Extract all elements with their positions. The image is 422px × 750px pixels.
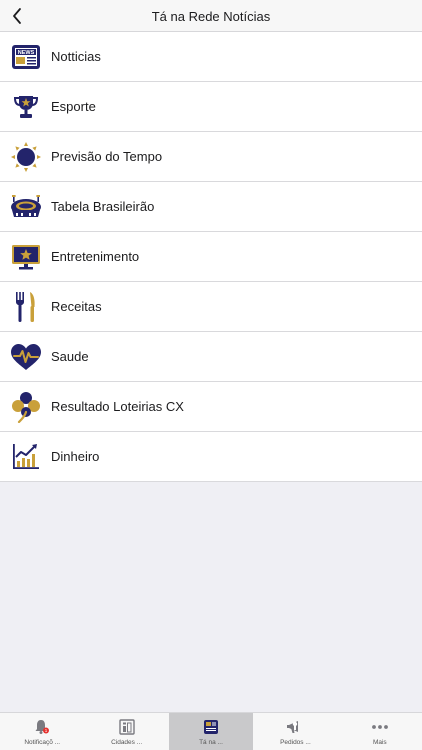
app-screen: Tá na Rede Notícias NEWS Notticias Espor… [0, 0, 422, 750]
menu-item-entretenimento[interactable]: Entretenimento [0, 232, 422, 282]
tab-bar: 1 Notificaçõ ... Cidades ... Tá na ... P… [0, 712, 422, 750]
menu-item-label: Previsão do Tempo [51, 149, 163, 164]
menu-item-label: Dinheiro [51, 449, 100, 464]
buildings-icon [118, 719, 136, 735]
stadium-icon [9, 190, 43, 224]
bell-icon: 1 [33, 719, 51, 735]
menu-item-label: Resultado Loteirias CX [51, 399, 184, 414]
tab-pedidos[interactable]: Pedidos ... [253, 713, 337, 750]
menu-item-tabela[interactable]: Tabela Brasileirão [0, 182, 422, 232]
menu-item-label: Saude [51, 349, 89, 364]
nav-bar: Tá na Rede Notícias [0, 0, 422, 32]
menu-item-previsao[interactable]: Previsão do Tempo [0, 132, 422, 182]
tab-label: Tá na ... [199, 739, 223, 746]
clover-icon [9, 390, 43, 424]
tab-notificacoes[interactable]: 1 Notificaçõ ... [0, 713, 84, 750]
tab-label: Mais [372, 739, 387, 746]
menu-item-noticias[interactable]: NEWS Notticias [0, 32, 422, 82]
trophy-icon [9, 90, 43, 124]
menu-item-label: Notticias [51, 49, 101, 64]
tab-cidades[interactable]: Cidades ... [84, 713, 168, 750]
tv-star-icon [9, 240, 43, 274]
menu-item-label: Receitas [51, 299, 102, 314]
menu-item-label: Tabela Brasileirão [51, 199, 155, 214]
menu-item-dinheiro[interactable]: Dinheiro [0, 432, 422, 482]
menu-list: NEWS Notticias Esporte Previsão do Tempo… [0, 32, 422, 482]
heart-pulse-icon [9, 340, 43, 374]
tab-mais[interactable]: Mais [338, 713, 422, 750]
menu-item-label: Esporte [51, 99, 96, 114]
tab-label: Pedidos ... [280, 739, 311, 746]
more-icon [371, 719, 389, 735]
menu-item-esporte[interactable]: Esporte [0, 82, 422, 132]
growth-chart-icon [9, 440, 43, 474]
menu-item-loterias[interactable]: Resultado Loteirias CX [0, 382, 422, 432]
menu-item-receitas[interactable]: Receitas [0, 282, 422, 332]
fork-knife-icon [9, 290, 43, 324]
menu-item-saude[interactable]: Saude [0, 332, 422, 382]
page-title: Tá na Rede Notícias [151, 8, 271, 24]
menu-item-label: Entretenimento [51, 249, 140, 264]
tab-ta-na-rede[interactable]: Tá na ... [168, 713, 254, 750]
app-icon [202, 719, 220, 735]
tab-label: Cidades ... [111, 739, 143, 746]
sun-icon [9, 140, 43, 174]
tab-label: Notificaçõ ... [24, 739, 61, 746]
megaphone-icon [286, 719, 304, 735]
news-icon: NEWS [9, 40, 43, 74]
svg-text:NEWS: NEWS [18, 50, 35, 56]
